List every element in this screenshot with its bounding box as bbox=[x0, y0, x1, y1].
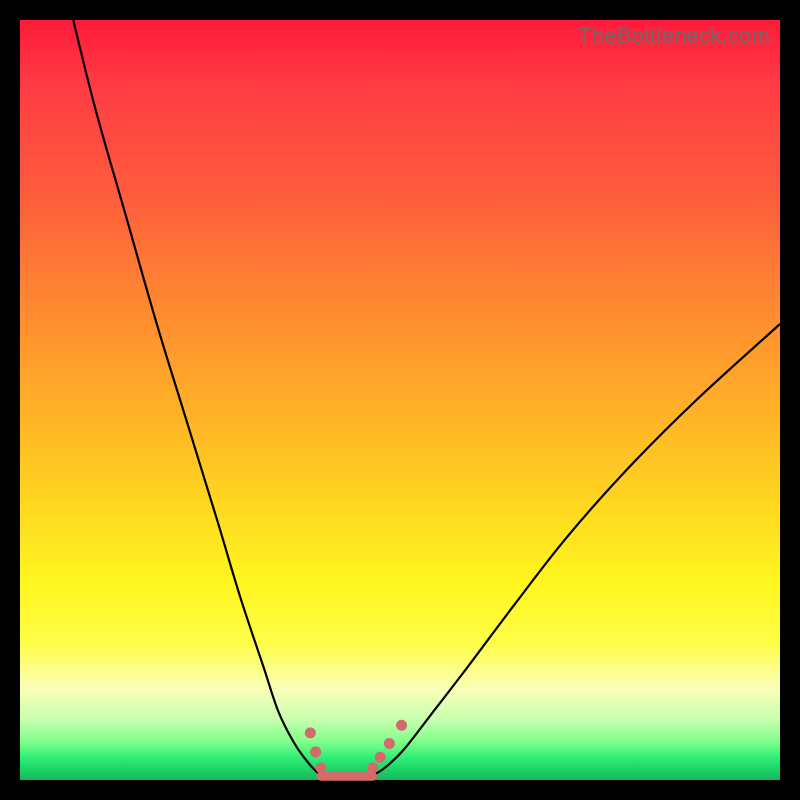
marker-dot bbox=[315, 762, 326, 773]
marker-dot bbox=[305, 727, 316, 738]
curve-left bbox=[73, 20, 321, 775]
outer-frame: TheBottleneck.com bbox=[0, 0, 800, 800]
plot-area: TheBottleneck.com bbox=[20, 20, 780, 780]
chart-svg bbox=[20, 20, 780, 780]
marker-dot bbox=[396, 720, 407, 731]
curve-right bbox=[373, 324, 780, 775]
marker-dot bbox=[367, 762, 378, 773]
marker-dot bbox=[375, 752, 386, 763]
marker-dots bbox=[305, 720, 407, 774]
marker-dot bbox=[384, 738, 395, 749]
marker-dot bbox=[310, 746, 321, 757]
